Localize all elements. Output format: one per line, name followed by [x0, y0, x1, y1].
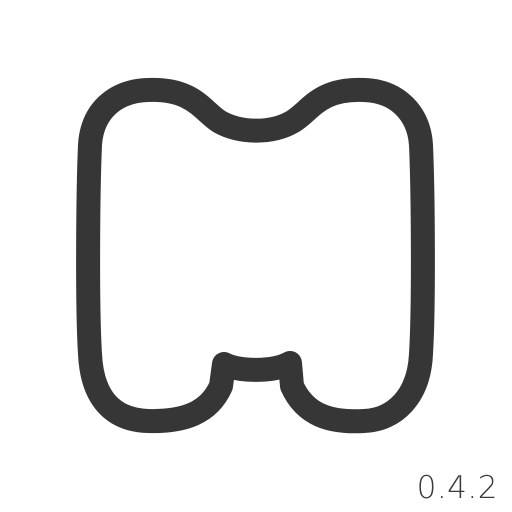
app-logo-icon — [76, 77, 435, 434]
version-label: 0.4.2 — [416, 470, 498, 506]
splash-screen: 0.4.2 — [0, 0, 512, 512]
logo-outline — [76, 77, 435, 434]
